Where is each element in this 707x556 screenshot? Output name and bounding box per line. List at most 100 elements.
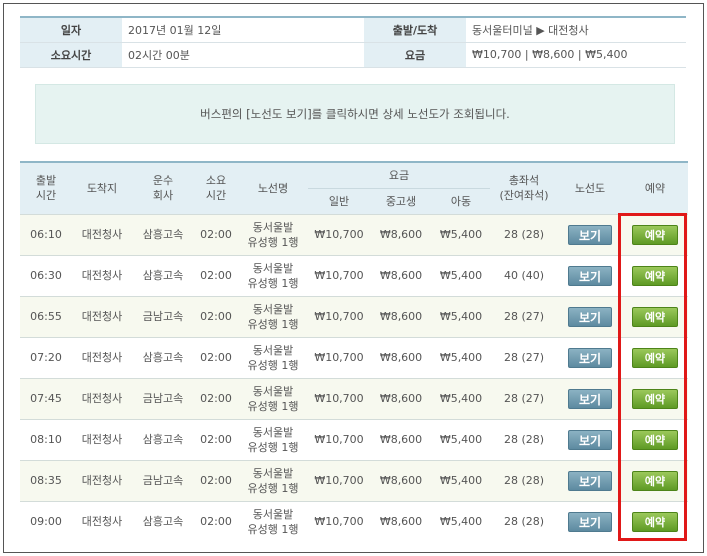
reserve-button[interactable]: 예약 [632,388,678,409]
route-map-cell: 보기 [558,377,622,419]
table-row: 06:30 대전청사 삼흥고속 02:00 동서울발 유성행 1행 ₩10,700… [20,254,688,296]
reserve-button[interactable]: 예약 [632,470,678,491]
route-label: 출발/도착 [364,16,466,43]
table-row: 07:45 대전청사 금남고속 02:00 동서울발 유성행 1행 ₩10,700… [20,377,688,419]
route-name-line2: 유성행 1행 [247,276,299,290]
route-name-line1: 동서울발 [252,343,294,357]
fare-child: ₩5,400 [432,295,490,337]
reserve-cell: 예약 [622,213,688,255]
route-name: 동서울발 유성행 1행 [238,377,308,419]
header-depart-time: 출발 시간 [20,161,72,214]
fare-adult: ₩10,700 [308,254,370,296]
route-map-cell: 보기 [558,295,622,337]
destination: 대전청사 [72,459,132,501]
route-map-cell: 보기 [558,459,622,501]
depart-time: 08:35 [20,459,72,501]
header-reserve: 예약 [622,161,688,214]
fare-label: 요금 [364,42,466,68]
trip-info-table: 일자 2017년 01월 12일 출발/도착 동서울터미널 ▶ 대전청사 소요시… [20,16,686,68]
reserve-cell: 예약 [622,254,688,296]
date-value: 2017년 01월 12일 [122,16,364,43]
trip-duration: 02:00 [194,295,238,337]
route-map-cell: 보기 [558,418,622,460]
route-name: 동서울발 유성행 1행 [238,336,308,378]
fare-adult: ₩10,700 [308,295,370,337]
fare-value: ₩10,700 | ₩8,600 | ₩5,400 [466,42,686,68]
route-name-line1: 동서울발 [252,466,294,480]
fare-student: ₩8,600 [370,213,432,255]
destination: 대전청사 [72,336,132,378]
view-route-button[interactable]: 보기 [568,347,612,368]
route-name: 동서울발 유성행 1행 [238,500,308,542]
header-destination: 도착지 [72,161,132,214]
header-seats: 총좌석 (잔여좌석) [490,161,558,214]
header-fare-student: 중고생 [370,187,432,214]
seat-count: 28 (27) [490,336,558,378]
header-seats-line1: 총좌석 [508,174,540,188]
depart-time: 06:10 [20,213,72,255]
view-route-button[interactable]: 보기 [568,388,612,409]
bus-company: 삼흥고속 [132,213,194,255]
view-route-button[interactable]: 보기 [568,511,612,532]
reserve-cell: 예약 [622,377,688,419]
destination: 대전청사 [72,500,132,542]
fare-child: ₩5,400 [432,254,490,296]
fare-adult: ₩10,700 [308,213,370,255]
reserve-button[interactable]: 예약 [632,347,678,368]
route-name-line1: 동서울발 [252,425,294,439]
reserve-button[interactable]: 예약 [632,224,678,245]
trip-duration: 02:00 [194,418,238,460]
route-name-line2: 유성행 1행 [247,317,299,331]
depart-time: 09:00 [20,500,72,542]
view-route-button[interactable]: 보기 [568,306,612,327]
header-route-name: 노선명 [238,161,308,214]
date-label: 일자 [20,16,122,43]
route-value: 동서울터미널 ▶ 대전청사 [466,16,686,43]
route-name-line2: 유성행 1행 [247,235,299,249]
bus-schedule-table: 출발 시간 도착지 운수 회사 소요 시간 노선명 요금 총좌석 (잔여좌석) [20,161,688,542]
trip-duration: 02:00 [194,336,238,378]
header-fare-adult: 일반 [308,187,370,214]
depart-time: 08:10 [20,418,72,460]
bus-company: 금남고속 [132,295,194,337]
reserve-cell: 예약 [622,418,688,460]
fare-child: ₩5,400 [432,336,490,378]
destination: 대전청사 [72,254,132,296]
header-duration-line2: 시간 [205,189,227,203]
reserve-button[interactable]: 예약 [632,265,678,286]
seat-count: 28 (28) [490,500,558,542]
duration-label: 소요시간 [20,42,122,68]
route-name-line1: 동서울발 [252,220,294,234]
reserve-button[interactable]: 예약 [632,306,678,327]
seat-count: 28 (28) [490,459,558,501]
route-name-line1: 동서울발 [252,302,294,316]
depart-time: 07:45 [20,377,72,419]
destination: 대전청사 [72,418,132,460]
view-route-button[interactable]: 보기 [568,470,612,491]
destination: 대전청사 [72,213,132,255]
route-name-line1: 동서울발 [252,384,294,398]
trip-duration: 02:00 [194,254,238,296]
route-map-cell: 보기 [558,336,622,378]
view-route-button[interactable]: 보기 [568,429,612,450]
trip-duration: 02:00 [194,459,238,501]
bus-company: 금남고속 [132,377,194,419]
fare-adult: ₩10,700 [308,336,370,378]
reserve-button[interactable]: 예약 [632,511,678,532]
fare-student: ₩8,600 [370,459,432,501]
route-name: 동서울발 유성행 1행 [238,459,308,501]
fare-student: ₩8,600 [370,295,432,337]
route-name-line2: 유성행 1행 [247,440,299,454]
seat-count: 40 (40) [490,254,558,296]
reserve-button[interactable]: 예약 [632,429,678,450]
route-name-line2: 유성행 1행 [247,522,299,536]
table-row: 08:35 대전청사 금남고속 02:00 동서울발 유성행 1행 ₩10,700… [20,459,688,501]
fare-child: ₩5,400 [432,459,490,501]
depart-time: 06:30 [20,254,72,296]
view-route-button[interactable]: 보기 [568,224,612,245]
fare-adult: ₩10,700 [308,500,370,542]
view-route-button[interactable]: 보기 [568,265,612,286]
bus-company: 삼흥고속 [132,500,194,542]
header-duration: 소요 시간 [194,161,238,214]
reserve-cell: 예약 [622,459,688,501]
